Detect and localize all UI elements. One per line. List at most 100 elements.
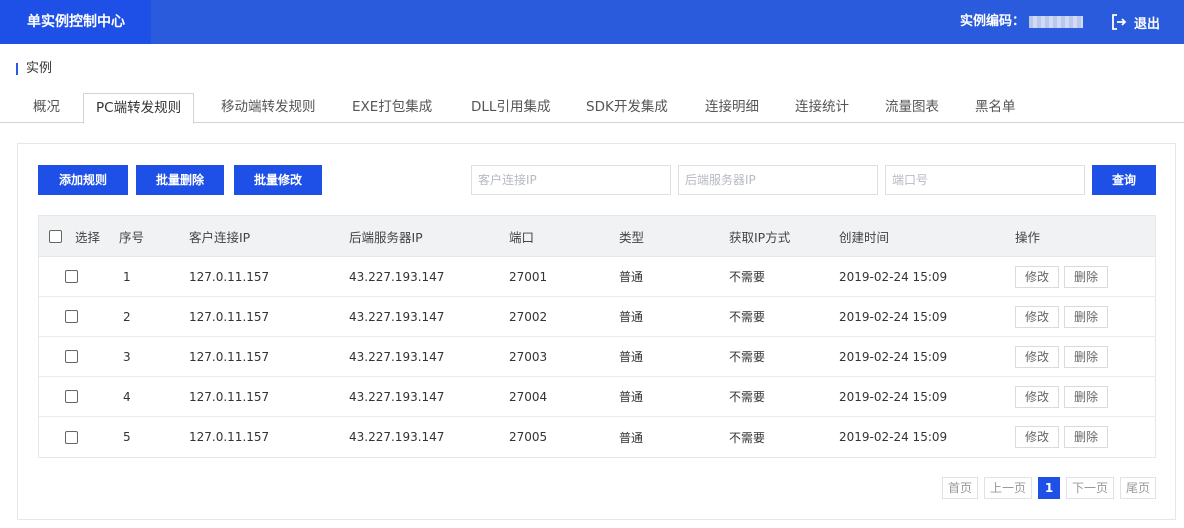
cell-ip-method: 不需要 [729,390,766,404]
top-bar: 单实例控制中心 实例编码： 退出 [0,0,1184,44]
last-page-button[interactable]: 尾页 [1120,477,1157,499]
cell-client-ip: 127.0.11.157 [189,349,270,364]
cell-port: 27004 [509,389,548,404]
cell-index: 4 [123,389,131,404]
breadcrumb-marker [16,63,18,75]
header-select: 选择 [75,229,101,245]
header-ip-method: 获取IP方式 [729,229,791,245]
first-page-button[interactable]: 首页 [942,477,979,499]
cell-type: 普通 [619,310,644,324]
header-port: 端口 [509,229,535,245]
breadcrumb-label: 实例 [26,61,53,76]
tab-dll-integration[interactable]: DLL引用集成 [471,93,550,123]
tab-connection-details[interactable]: 连接明细 [705,93,759,123]
delete-button[interactable]: 删除 [1064,385,1109,408]
checkbox-box[interactable] [65,350,78,363]
cell-created: 2019-02-24 15:09 [839,349,948,364]
cell-created: 2019-02-24 15:09 [839,309,948,324]
pagination: 首页 上一页 1 下一页 尾页 [936,477,1157,499]
cell-backend-ip: 43.227.193.147 [349,349,445,364]
tab-sdk-integration[interactable]: SDK开发集成 [586,93,668,123]
port-input[interactable] [885,165,1085,195]
table-header: 选择 序号 客户连接IP 后端服务器IP 端口 类型 获取IP方式 创建时间 操… [39,216,1155,257]
header-index: 序号 [119,229,145,245]
query-button[interactable]: 查询 [1092,165,1156,195]
checkbox-box[interactable] [49,229,62,243]
instance-code-label: 实例编码： [960,14,1026,29]
row-checkbox[interactable] [65,417,78,457]
cell-ip-method: 不需要 [729,270,766,284]
checkbox-box[interactable] [65,270,78,283]
row-actions: 修改 删除 [1015,417,1113,457]
prev-page-button[interactable]: 上一页 [984,477,1033,499]
cell-backend-ip: 43.227.193.147 [349,389,445,404]
cell-created: 2019-02-24 15:09 [839,430,948,444]
edit-button[interactable]: 修改 [1015,345,1060,368]
delete-button[interactable]: 删除 [1064,426,1109,448]
header-backend-ip: 后端服务器IP [349,229,423,245]
batch-delete-button[interactable]: 批量删除 [136,165,224,195]
cell-index: 5 [123,430,131,444]
delete-button[interactable]: 删除 [1064,345,1109,368]
logout-button[interactable]: 退出 [1110,0,1160,44]
logout-icon [1112,14,1127,30]
table-row: 3 127.0.11.157 43.227.193.147 27003 普通 不需要 201… [39,337,1155,377]
edit-button[interactable]: 修改 [1015,305,1060,328]
cell-index: 3 [123,349,131,364]
row-actions: 修改 删除 [1015,297,1113,336]
tab-pc-forward-rules[interactable]: PC端转发规则 [83,93,195,124]
row-checkbox[interactable] [65,297,78,336]
tab-overview[interactable]: 概况 [33,93,60,123]
edit-button[interactable]: 修改 [1015,265,1060,288]
cell-client-ip: 127.0.11.157 [189,430,270,444]
row-checkbox[interactable] [65,337,78,376]
client-ip-input[interactable] [471,165,671,195]
tab-blacklist[interactable]: 黑名单 [975,93,1016,123]
table-row: 2 127.0.11.157 43.227.193.147 27002 普通 不需要 201… [39,297,1155,337]
tab-bar: 概况 PC端转发规则 移动端转发规则 EXE打包集成 DLL引用集成 SDK开发… [0,90,1184,124]
select-all-checkbox[interactable] [49,216,62,256]
edit-button[interactable]: 修改 [1015,385,1060,408]
row-checkbox[interactable] [65,257,78,296]
header-client-ip: 客户连接IP [189,229,251,245]
delete-button[interactable]: 删除 [1064,305,1109,328]
current-page-button[interactable]: 1 [1038,477,1061,499]
backend-ip-input[interactable] [678,165,878,195]
row-actions: 修改 删除 [1015,337,1113,376]
rules-table: 选择 序号 客户连接IP 后端服务器IP 端口 类型 获取IP方式 创建时间 操… [38,215,1156,458]
cell-port: 27001 [509,269,548,284]
table-row: 4 127.0.11.157 43.227.193.147 27004 普通 不需要 201… [39,377,1155,417]
cell-index: 2 [123,309,131,324]
cell-created: 2019-02-24 15:09 [839,389,948,404]
cell-backend-ip: 43.227.193.147 [349,309,445,324]
cell-client-ip: 127.0.11.157 [189,269,270,284]
next-page-button[interactable]: 下一页 [1066,477,1115,499]
checkbox-box[interactable] [65,310,78,323]
edit-button[interactable]: 修改 [1015,426,1060,448]
cell-type: 普通 [619,270,644,284]
brand-title: 单实例控制中心 [0,0,151,44]
checkbox-box[interactable] [65,390,78,403]
batch-edit-button[interactable]: 批量修改 [234,165,322,195]
tab-traffic-chart[interactable]: 流量图表 [885,93,939,123]
breadcrumb: 实例 [16,62,52,76]
table-row: 5 127.0.11.157 43.227.193.147 27005 普通 不需要 201… [39,417,1155,457]
row-checkbox[interactable] [65,377,78,416]
table-body: 1 127.0.11.157 43.227.193.147 27001 普通 不需要 201… [39,257,1155,457]
tab-mobile-forward-rules[interactable]: 移动端转发规则 [221,93,316,123]
add-rule-button[interactable]: 添加规则 [38,165,128,195]
checkbox-box[interactable] [65,430,78,444]
delete-button[interactable]: 删除 [1064,265,1109,288]
cell-port: 27002 [509,309,548,324]
header-actions: 操作 [1015,229,1041,245]
tab-exe-integration[interactable]: EXE打包集成 [352,93,432,123]
row-actions: 修改 删除 [1015,377,1113,416]
instance-code: 实例编码： [960,0,1084,44]
header-type: 类型 [619,229,645,245]
cell-created: 2019-02-24 15:09 [839,269,948,284]
row-actions: 修改 删除 [1015,257,1113,296]
cell-port: 27003 [509,349,548,364]
tab-connection-stats[interactable]: 连接统计 [795,93,849,123]
cell-ip-method: 不需要 [729,430,766,445]
cell-ip-method: 不需要 [729,310,766,324]
